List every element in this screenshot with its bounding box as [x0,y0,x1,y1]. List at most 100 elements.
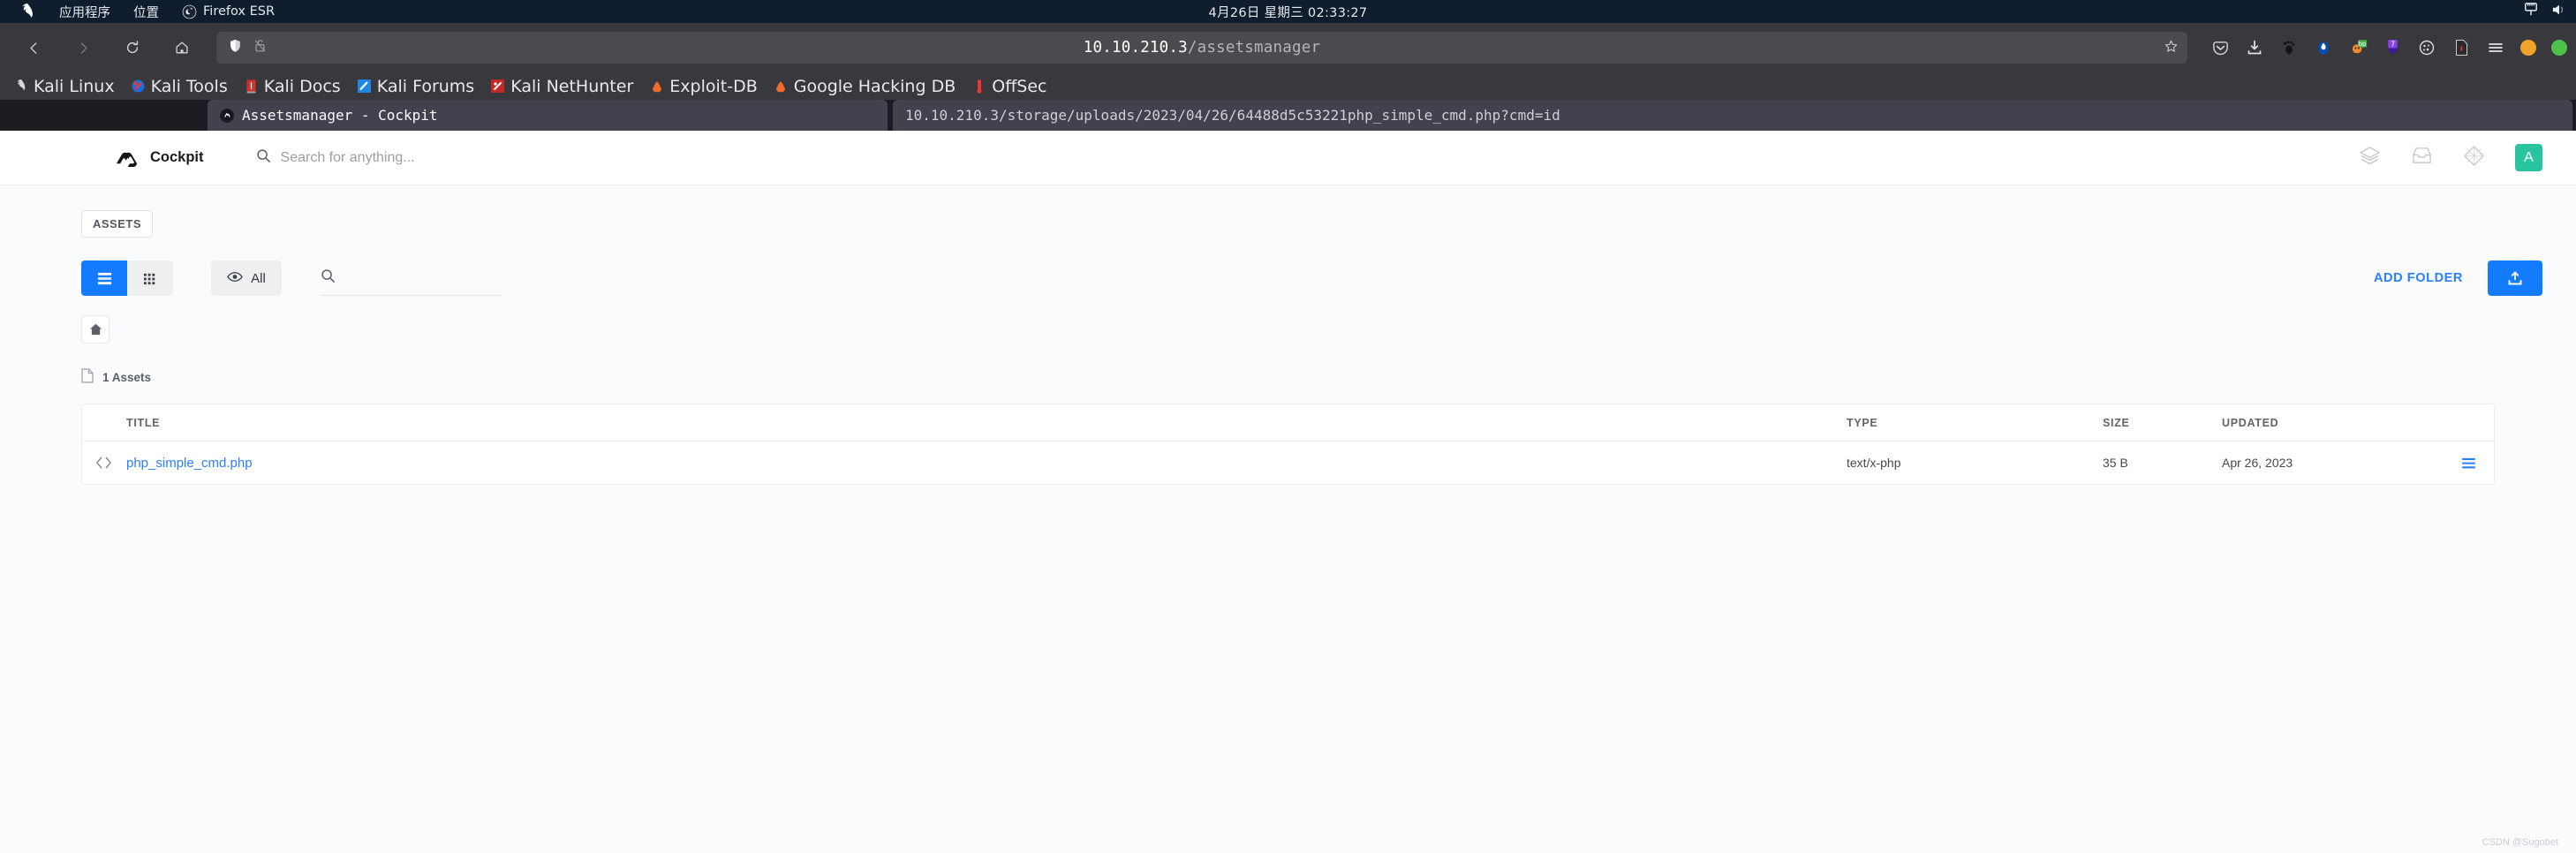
network-wired-icon[interactable] [2523,3,2539,20]
os-clock[interactable]: 4月26日 星期三 02:33:27 [1209,3,1368,21]
forward-arrow-icon[interactable] [65,30,101,65]
bookmark-label: Kali NetHunter [510,76,634,96]
star-icon[interactable] [2164,39,2179,57]
cockpit-brand[interactable]: Cockpit [115,146,204,170]
bookmark-kali-linux[interactable]: Kali Linux [5,75,123,98]
layers-icon[interactable] [2359,146,2381,170]
kali-nethunter-icon [490,79,505,94]
unlocked-padlock-icon[interactable] [253,39,267,57]
purple-seven-icon[interactable]: 7 [2383,38,2402,57]
shield-icon[interactable] [229,39,242,57]
bookmark-kali-nethunter[interactable]: Kali NetHunter [482,75,641,98]
browser-tab-strip: Assetsmanager - Cockpit 10.10.210.3/stor… [0,100,2576,131]
cockpit-brand-label: Cockpit [150,149,204,165]
bookmark-kali-forums[interactable]: Kali Forums [349,75,483,98]
os-menu-firefox[interactable]: Firefox ESR [170,2,286,22]
os-top-panel: 应用程序 位置 Firefox ESR 4月26日 星期三 02:33:27 [0,0,2576,23]
bookmark-label: Kali Tools [150,76,228,96]
kali-forums-icon [357,79,372,94]
maximize-green-dot[interactable] [2551,40,2567,56]
asset-size: 35 B [2103,456,2128,470]
filter-all-label: All [251,270,266,286]
red-document-icon[interactable] [2451,38,2471,57]
gnome-footprint-icon[interactable] [2279,38,2299,57]
cockpit-header-actions: A [2359,144,2542,171]
breadcrumb[interactable]: ASSETS [81,210,154,238]
assets-toolbar: All ADD FOLDER [81,260,2542,296]
asset-type: text/x-php [1847,456,1901,470]
path-home-button[interactable] [81,315,110,343]
cockpit-logo-icon [115,146,139,170]
browser-tab-inactive[interactable]: 10.10.210.3/storage/uploads/2023/04/26/6… [893,100,2572,131]
hamburger-menu-icon[interactable] [2486,38,2505,57]
table-row[interactable]: php_simple_cmd.php text/x-php 35 B Apr 2… [82,442,2494,484]
home-icon[interactable] [164,30,200,65]
foxyproxy-bp-icon[interactable]: bp [2348,38,2368,57]
os-menu-applications-label: 应用程序 [59,5,110,20]
url-path: /assetsmanager [1187,39,1321,57]
watermark: CSDN @Sugobet [2482,837,2558,848]
bookmark-google-hacking-db[interactable]: Google Hacking DB [766,75,964,98]
url-bar-wrapper: 10.10.210.3/assetsmanager [216,32,2187,64]
kali-menu-logo[interactable] [7,0,48,23]
os-menu-applications[interactable]: 应用程序 [48,0,122,24]
browser-tab-title: Assetsmanager - Cockpit [242,107,438,124]
bookmark-offsec[interactable]: OffSec [963,75,1054,98]
column-header-title[interactable]: TITLE [125,417,1847,429]
row-menu-icon[interactable] [2443,457,2494,470]
assets-count: 1 Assets [81,368,2542,386]
file-icon [81,368,94,386]
volume-icon[interactable] [2551,3,2567,20]
pocket-icon[interactable] [2210,38,2230,57]
filter-all-button[interactable]: All [211,260,282,296]
offsec-icon [971,79,986,94]
back-arrow-icon[interactable] [16,30,51,65]
browser-nav-buttons [16,30,200,65]
browser-tab-title: 10.10.210.3/storage/uploads/2023/04/26/6… [905,107,1560,124]
column-header-type[interactable]: TYPE [1847,417,2103,429]
avatar-initial: A [2524,149,2534,165]
kali-tools-icon [131,79,146,94]
grid-view-icon[interactable] [127,260,173,296]
minimize-orange-dot[interactable] [2520,40,2536,56]
cockpit-favicon [220,108,234,123]
bookmark-label: Kali Docs [263,76,341,96]
column-header-size[interactable]: SIZE [2103,417,2222,429]
downloads-icon[interactable] [2245,38,2264,57]
cockpit-page: Cockpit Search for anything... A ASSETS … [0,131,2576,853]
firefox-icon [182,4,197,19]
search-icon [256,148,271,168]
column-header-updated[interactable]: UPDATED [2222,417,2443,429]
blue-drop-icon[interactable] [2314,38,2333,57]
kali-dragon-icon [19,3,36,20]
svg-text:bp: bp [2358,40,2365,47]
url-text: 10.10.210.3/assetsmanager [216,39,2187,57]
global-search[interactable]: Search for anything... [256,148,415,168]
bookmark-exploit-db[interactable]: Exploit-DB [641,75,765,98]
url-bar[interactable]: 10.10.210.3/assetsmanager [216,32,2187,64]
bookmark-label: OffSec [992,76,1047,96]
global-search-placeholder: Search for anything... [280,149,415,165]
view-mode-switch [81,260,173,296]
assets-toolbar-right: ADD FOLDER [2349,260,2542,296]
os-tray [2523,0,2567,23]
os-menu-places[interactable]: 位置 [122,0,170,24]
cookie-icon[interactable] [2417,38,2436,57]
diamond-icon[interactable] [2463,145,2485,171]
assets-search-input[interactable] [321,260,502,296]
avatar[interactable]: A [2515,144,2542,171]
asset-title-link[interactable]: php_simple_cmd.php [125,456,1847,471]
url-host: 10.10.210.3 [1083,39,1188,57]
assets-count-label: 1 Assets [102,370,152,384]
bookmark-label: Exploit-DB [669,76,758,96]
bookmark-kali-tools[interactable]: Kali Tools [123,75,236,98]
bookmark-kali-docs[interactable]: Kali Docs [236,75,349,98]
reload-icon[interactable] [115,30,150,65]
browser-tab-active[interactable]: Assetsmanager - Cockpit [208,100,888,131]
code-file-icon [82,456,125,470]
list-view-icon[interactable] [81,260,127,296]
exploit-db-icon [649,79,664,94]
upload-button[interactable] [2488,260,2542,296]
inbox-icon[interactable] [2411,146,2433,170]
add-folder-button[interactable]: ADD FOLDER [2349,271,2488,285]
